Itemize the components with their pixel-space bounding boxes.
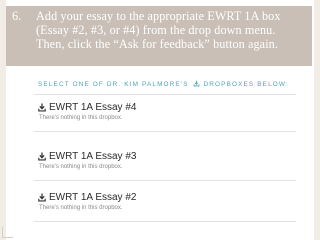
divider [34, 221, 296, 222]
download-icon [193, 80, 199, 87]
dropbox-status: There's nothing in this dropbox. [39, 115, 123, 121]
dropbox-item-essay-2[interactable]: EWRT 1A Essay #2 There's nothing in this… [38, 192, 136, 211]
panel-title-after: DROPBOXES BELOW: [203, 81, 289, 88]
slide-border-right [314, 0, 320, 240]
divider [34, 94, 296, 95]
instruction-box: 6. Add your essay to the appropriate EWR… [6, 6, 312, 66]
divider [34, 180, 296, 181]
dropbox-title[interactable]: EWRT 1A Essay #2 [49, 192, 136, 203]
dropbox-title[interactable]: EWRT 1A Essay #4 [49, 102, 136, 113]
slide: 6. Add your essay to the appropriate EWR… [0, 0, 320, 240]
dropbox-status: There's nothing in this dropbox. [39, 205, 123, 211]
download-icon [38, 152, 46, 161]
panel-title-before: SELECT ONE OF DR. KIM PALMORE'S [38, 81, 189, 88]
download-icon [38, 103, 46, 112]
download-icon [38, 193, 46, 202]
dropbox-title[interactable]: EWRT 1A Essay #3 [49, 151, 136, 162]
dropbox-item-essay-4[interactable]: EWRT 1A Essay #4 There's nothing in this… [38, 102, 136, 121]
divider [34, 131, 296, 132]
panel-title: SELECT ONE OF DR. KIM PALMORE'S DROPBOXE… [38, 80, 289, 88]
dropbox-item-essay-3[interactable]: EWRT 1A Essay #3 There's nothing in this… [38, 151, 136, 170]
instruction-text: Add your essay to the appropriate EWRT 1… [36, 9, 281, 51]
corner-ornament [2, 227, 13, 238]
instruction-number: 6. [12, 9, 22, 23]
dropbox-panel: SELECT ONE OF DR. KIM PALMORE'S DROPBOXE… [24, 74, 298, 230]
dropbox-status: There's nothing in this dropbox. [39, 164, 123, 170]
